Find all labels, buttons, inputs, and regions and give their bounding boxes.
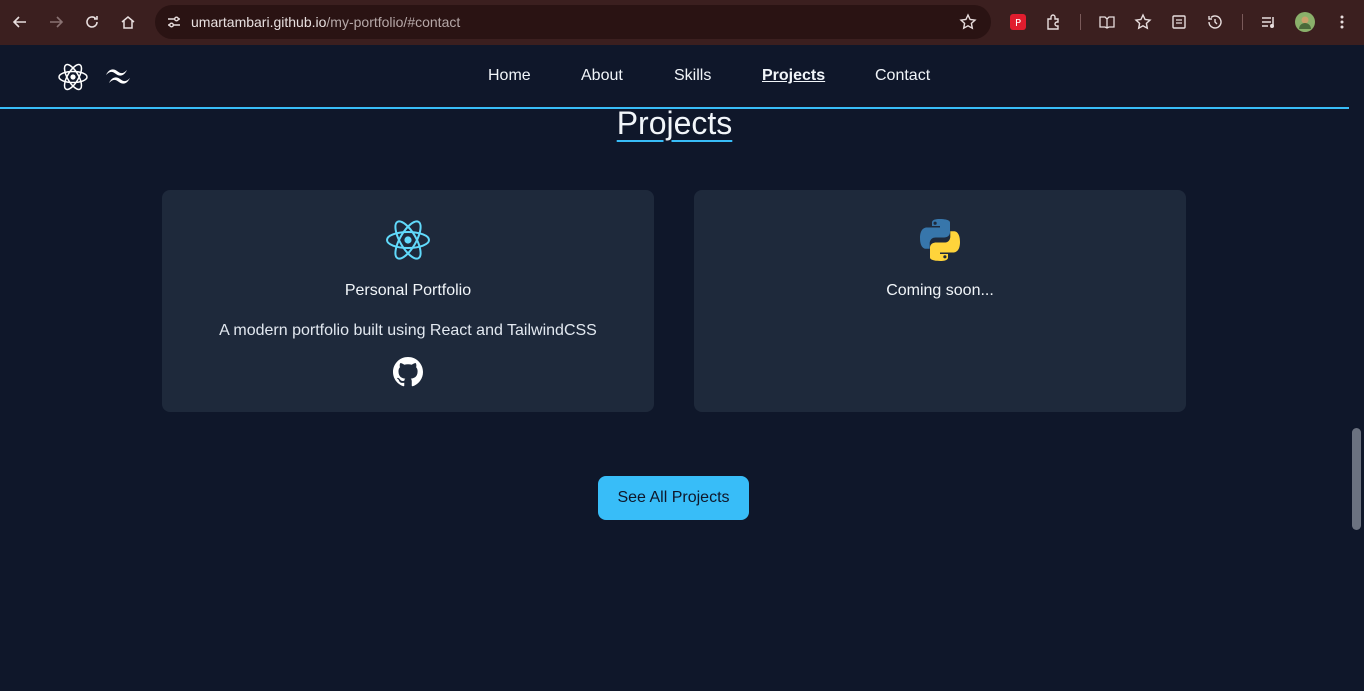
nav-projects[interactable]: Projects bbox=[762, 67, 825, 85]
see-all-projects-button[interactable]: See All Projects bbox=[598, 476, 749, 520]
project-title: Personal Portfolio bbox=[344, 282, 472, 299]
bookmark-star-icon[interactable] bbox=[959, 13, 977, 31]
python-icon bbox=[916, 216, 964, 264]
tailwind-logo-icon[interactable] bbox=[103, 61, 135, 93]
url-text: umartambari.github.io/my-portfolio/#cont… bbox=[191, 14, 460, 30]
react-icon bbox=[384, 216, 432, 264]
project-card: Personal Portfolio A modern portfolio bu… bbox=[162, 190, 654, 412]
nav-about[interactable]: About bbox=[581, 67, 623, 85]
site-settings-icon[interactable] bbox=[163, 11, 185, 33]
extension-red-icon[interactable]: P bbox=[1008, 12, 1028, 32]
project-description: A modern portfolio built using React and… bbox=[219, 322, 597, 339]
project-card: Coming soon... bbox=[694, 190, 1186, 412]
reload-icon[interactable] bbox=[78, 8, 106, 36]
project-title: Coming soon... bbox=[886, 282, 994, 299]
extensions-puzzle-icon[interactable] bbox=[1044, 12, 1064, 32]
url-host: umartambari.github.io bbox=[191, 14, 327, 30]
nav-contact[interactable]: Contact bbox=[875, 67, 930, 85]
history-icon[interactable] bbox=[1205, 12, 1225, 32]
bookmarks-icon[interactable] bbox=[1133, 12, 1153, 32]
toolbar-separator bbox=[1080, 14, 1081, 30]
browser-toolbar: umartambari.github.io/my-portfolio/#cont… bbox=[0, 0, 1364, 45]
back-icon[interactable] bbox=[6, 8, 34, 36]
forward-icon[interactable] bbox=[42, 8, 70, 36]
reading-mode-icon[interactable] bbox=[1097, 12, 1117, 32]
scrollbar-thumb[interactable] bbox=[1352, 428, 1361, 530]
reading-list-icon[interactable] bbox=[1169, 12, 1189, 32]
nav-skills[interactable]: Skills bbox=[674, 67, 711, 85]
media-queue-icon[interactable] bbox=[1259, 12, 1279, 32]
github-icon[interactable] bbox=[393, 357, 423, 387]
nav-home[interactable]: Home bbox=[488, 67, 531, 85]
url-path: /my-portfolio/#contact bbox=[326, 14, 461, 30]
react-logo-icon[interactable] bbox=[57, 61, 89, 93]
menu-kebab-icon[interactable] bbox=[1332, 12, 1352, 32]
projects-heading-text: Projects bbox=[616, 105, 733, 141]
address-bar[interactable]: umartambari.github.io/my-portfolio/#cont… bbox=[155, 5, 991, 39]
svg-text:P: P bbox=[1015, 18, 1021, 29]
page-content: Home About Skills Projects Contact Proje… bbox=[0, 45, 1349, 691]
toolbar-separator bbox=[1242, 14, 1243, 30]
projects-heading: Projects bbox=[0, 105, 1349, 142]
profile-avatar[interactable] bbox=[1295, 12, 1315, 32]
site-navbar: Home About Skills Projects Contact bbox=[0, 45, 1349, 109]
page-scrollbar[interactable] bbox=[1349, 45, 1364, 691]
home-icon[interactable] bbox=[114, 8, 142, 36]
